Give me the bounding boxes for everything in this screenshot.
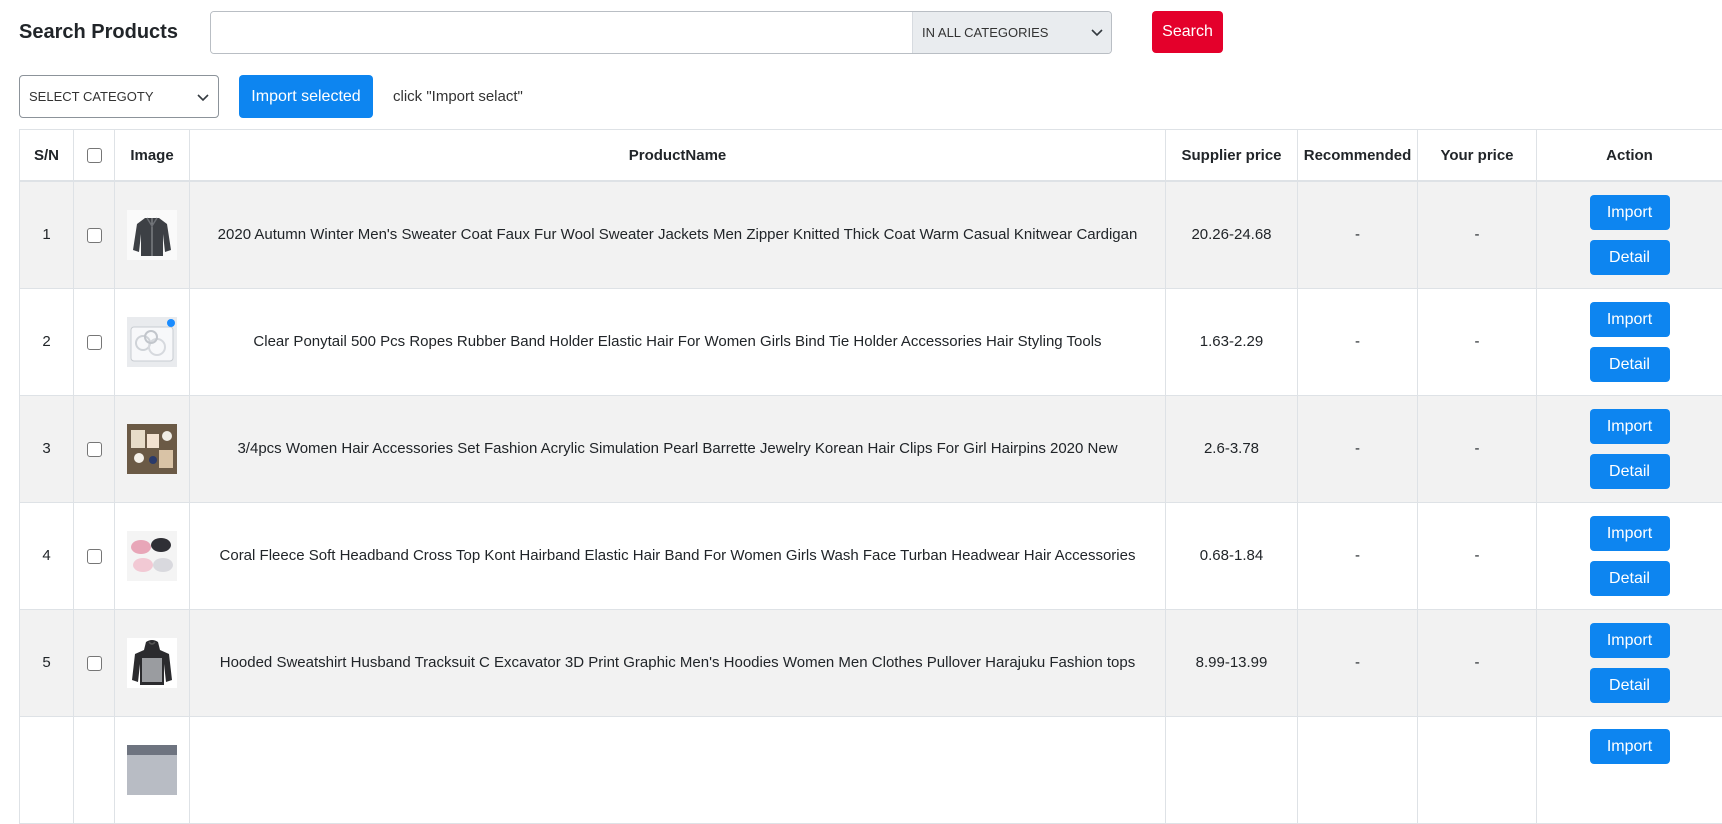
row-select-cell <box>74 181 115 288</box>
row-product-name: Hooded Sweatshirt Husband Tracksuit C Ex… <box>190 609 1166 716</box>
row-product-name <box>190 716 1166 823</box>
detail-button[interactable]: Detail <box>1590 561 1670 596</box>
import-button[interactable]: Import <box>1590 623 1670 658</box>
search-input[interactable] <box>211 12 912 53</box>
row-recommended: - <box>1298 288 1418 395</box>
row-checkbox[interactable] <box>87 228 102 243</box>
row-sn <box>20 716 74 823</box>
row-product-name: 2020 Autumn Winter Men's Sweater Coat Fa… <box>190 181 1166 288</box>
detail-button[interactable]: Detail <box>1590 454 1670 489</box>
row-sn: 3 <box>20 395 74 502</box>
column-header-product-name: ProductName <box>190 130 1166 182</box>
table-row: 3 3/4pcs Women Hair Accessories Set Fash… <box>20 395 1722 502</box>
row-checkbox[interactable] <box>87 442 102 457</box>
row-your-price: - <box>1418 181 1537 288</box>
row-sn: 1 <box>20 181 74 288</box>
row-actions: Import <box>1537 716 1722 823</box>
hoodie-product-thumbnail[interactable] <box>127 638 177 688</box>
row-recommended <box>1298 716 1418 823</box>
row-supplier-price: 0.68-1.84 <box>1166 502 1298 609</box>
detail-button[interactable]: Detail <box>1590 347 1670 382</box>
import-button[interactable]: Import <box>1590 516 1670 551</box>
row-recommended: - <box>1298 395 1418 502</box>
row-recommended: - <box>1298 609 1418 716</box>
column-header-sn: S/N <box>20 130 74 182</box>
row-image-cell <box>115 288 190 395</box>
import-button[interactable]: Import <box>1590 729 1670 764</box>
table-header-row: S/N Image ProductName Supplier price Rec… <box>20 130 1722 182</box>
row-supplier-price: 1.63-2.29 <box>1166 288 1298 395</box>
row-sn: 5 <box>20 609 74 716</box>
row-image-cell <box>115 609 190 716</box>
chevron-down-icon <box>197 94 209 102</box>
row-your-price <box>1418 716 1537 823</box>
import-hint-text: click "Import selact" <box>393 88 523 105</box>
row-actions: Import Detail <box>1537 181 1722 288</box>
row-actions: Import Detail <box>1537 288 1722 395</box>
sweater-product-thumbnail[interactable] <box>127 210 177 260</box>
row-recommended: - <box>1298 502 1418 609</box>
row-select-cell <box>74 716 115 823</box>
row-image-cell <box>115 395 190 502</box>
row-checkbox[interactable] <box>87 656 102 671</box>
chevron-down-icon <box>1091 29 1103 37</box>
headband-product-thumbnail[interactable] <box>127 531 177 581</box>
column-header-your-price: Your price <box>1418 130 1537 182</box>
search-bar: IN ALL CATEGORIES <box>210 11 1112 54</box>
row-actions: Import Detail <box>1537 502 1722 609</box>
import-button[interactable]: Import <box>1590 195 1670 230</box>
select-category-dropdown[interactable]: SELECT CATEGOTY <box>19 75 219 118</box>
category-filter-select[interactable]: IN ALL CATEGORIES <box>912 12 1111 53</box>
row-actions: Import Detail <box>1537 395 1722 502</box>
row-product-name: Coral Fleece Soft Headband Cross Top Kon… <box>190 502 1166 609</box>
column-header-supplier-price: Supplier price <box>1166 130 1298 182</box>
table-row: Import <box>20 716 1722 823</box>
column-header-image: Image <box>115 130 190 182</box>
row-select-cell <box>74 288 115 395</box>
column-header-action: Action <box>1537 130 1722 182</box>
row-supplier-price: 8.99-13.99 <box>1166 609 1298 716</box>
search-button[interactable]: Search <box>1152 11 1223 53</box>
row-checkbox[interactable] <box>87 335 102 350</box>
import-button[interactable]: Import <box>1590 302 1670 337</box>
product-thumbnail[interactable] <box>127 745 177 795</box>
select-all-cell <box>74 130 115 182</box>
row-supplier-price <box>1166 716 1298 823</box>
table-row: 2 Clear Ponytail 500 Pcs Ropes Rubber Ba… <box>20 288 1722 395</box>
row-image-cell <box>115 716 190 823</box>
detail-button[interactable]: Detail <box>1590 668 1670 703</box>
import-selected-button[interactable]: Import selected <box>239 75 373 118</box>
rubber-band-product-thumbnail[interactable] <box>127 317 177 367</box>
row-supplier-price: 20.26-24.68 <box>1166 181 1298 288</box>
import-button[interactable]: Import <box>1590 409 1670 444</box>
table-row: 4 Coral Fleece Soft Headband Cross Top K… <box>20 502 1722 609</box>
row-sn: 2 <box>20 288 74 395</box>
category-filter-value: IN ALL CATEGORIES <box>922 25 1048 40</box>
products-table: S/N Image ProductName Supplier price Rec… <box>19 129 1722 824</box>
row-select-cell <box>74 395 115 502</box>
row-actions: Import Detail <box>1537 609 1722 716</box>
row-recommended: - <box>1298 181 1418 288</box>
row-your-price: - <box>1418 502 1537 609</box>
table-row: 1 2020 Autumn Winter Men's Sweater Coat … <box>20 181 1722 288</box>
row-checkbox[interactable] <box>87 549 102 564</box>
select-all-checkbox[interactable] <box>87 148 102 163</box>
row-select-cell <box>74 609 115 716</box>
row-your-price: - <box>1418 288 1537 395</box>
table-row: 5 Hooded Sweatshirt Husband Tracksuit C … <box>20 609 1722 716</box>
row-your-price: - <box>1418 395 1537 502</box>
row-product-name: Clear Ponytail 500 Pcs Ropes Rubber Band… <box>190 288 1166 395</box>
hair-clips-product-thumbnail[interactable] <box>127 424 177 474</box>
row-sn: 4 <box>20 502 74 609</box>
row-image-cell <box>115 502 190 609</box>
row-product-name: 3/4pcs Women Hair Accessories Set Fashio… <box>190 395 1166 502</box>
page-title: Search Products <box>19 21 178 44</box>
select-category-value: SELECT CATEGOTY <box>29 89 154 104</box>
row-image-cell <box>115 181 190 288</box>
row-select-cell <box>74 502 115 609</box>
row-supplier-price: 2.6-3.78 <box>1166 395 1298 502</box>
column-header-recommended: Recommended <box>1298 130 1418 182</box>
row-your-price: - <box>1418 609 1537 716</box>
detail-button[interactable]: Detail <box>1590 240 1670 275</box>
